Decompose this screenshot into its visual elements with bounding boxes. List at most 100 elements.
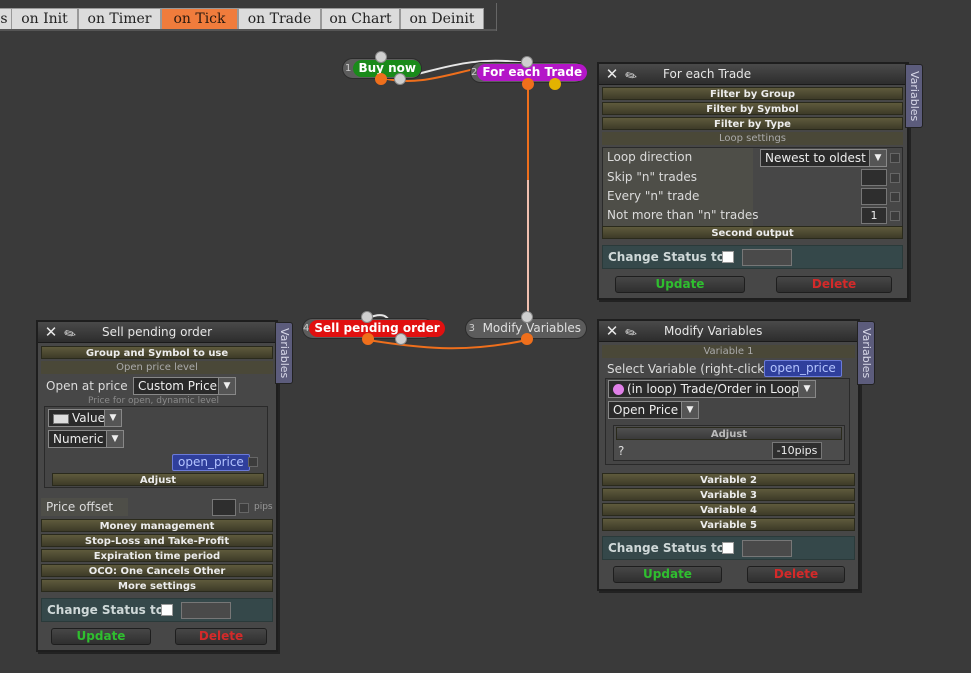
close-icon[interactable]: ✕ (604, 66, 620, 82)
variable-1-header: Variable 1 (602, 345, 855, 358)
section-filter-type[interactable]: Filter by Type (602, 117, 903, 130)
change-status-checkbox[interactable] (161, 604, 173, 616)
section-more-settings[interactable]: More settings (41, 579, 273, 592)
variable-chip[interactable]: open_price (172, 454, 250, 471)
update-button[interactable]: Update (613, 566, 722, 583)
every-n-label: Every "n" trade (607, 189, 700, 203)
price-hint: Price for open, dynamic level (88, 396, 219, 406)
change-status-row: Change Status to (41, 598, 273, 622)
section-filter-group[interactable]: Filter by Group (602, 87, 903, 100)
open-at-price-value: Custom Price (138, 379, 218, 393)
panel-title: Sell pending order (102, 325, 213, 339)
field-value: Open Price (613, 403, 679, 417)
section-expiration[interactable]: Expiration time period (41, 549, 273, 562)
panel-header[interactable]: ✕ ✎ Modify Variables (599, 319, 858, 344)
delete-button[interactable]: Delete (175, 628, 267, 645)
panel-header[interactable]: ✕ ✎ For each Trade (599, 62, 907, 87)
pin-icon[interactable]: ✎ (61, 320, 88, 345)
section-group-symbol[interactable]: Group and Symbol to use (41, 346, 273, 359)
second-output-connector[interactable] (549, 78, 561, 90)
section-second-output[interactable]: Second output (602, 226, 903, 239)
variables-tab[interactable]: Variables (275, 322, 293, 384)
skip-n-checkbox[interactable] (890, 173, 900, 183)
not-more-than-checkbox[interactable] (890, 211, 900, 221)
update-button[interactable]: Update (615, 276, 745, 293)
adjust-button[interactable]: Adjust (52, 473, 264, 486)
output-connector[interactable] (522, 78, 534, 90)
source-value: (in loop) Trade/Order in Loop (627, 382, 799, 396)
input-connector[interactable] (521, 311, 533, 323)
node-number: 3 (468, 323, 475, 334)
open-price-level-header: Open price level (41, 361, 273, 374)
panel-modify-variables: ✕ ✎ Modify Variables Variable 1 Select V… (597, 319, 860, 591)
node-label: Buy now (353, 60, 421, 77)
numeric-select[interactable]: Numeric ▼ (48, 430, 124, 448)
change-status-checkbox[interactable] (722, 251, 734, 263)
adjust-value-input[interactable]: -10pips (772, 442, 822, 459)
price-offset-label: Price offset (46, 500, 114, 514)
close-icon[interactable]: ✕ (43, 324, 59, 340)
delete-button[interactable]: Delete (747, 566, 845, 583)
every-n-input[interactable] (861, 188, 887, 205)
section-variable-2[interactable]: Variable 2 (602, 473, 855, 486)
panel-header[interactable]: ✕ ✎ Sell pending order (38, 320, 276, 345)
change-status-input[interactable] (181, 602, 231, 619)
value-icon (53, 413, 69, 424)
pin-icon[interactable]: ✎ (622, 62, 649, 87)
node-number: 1 (345, 63, 352, 74)
skip-n-label: Skip "n" trades (607, 170, 698, 184)
loop-direction-checkbox[interactable] (890, 153, 900, 163)
change-status-input[interactable] (742, 540, 792, 557)
update-button[interactable]: Update (51, 628, 151, 645)
chevron-down-icon: ▼ (869, 150, 886, 166)
change-status-input[interactable] (742, 249, 792, 266)
output-connector-2[interactable] (394, 73, 406, 85)
delete-button[interactable]: Delete (776, 276, 892, 293)
not-more-than-input[interactable]: 1 (861, 207, 887, 224)
section-variable-4[interactable]: Variable 4 (602, 503, 855, 516)
pin-icon[interactable]: ✎ (622, 319, 649, 344)
value-type-select[interactable]: Value ▼ (48, 409, 122, 427)
section-oco[interactable]: OCO: One Cancels Other (41, 564, 273, 577)
close-icon[interactable]: ✕ (604, 323, 620, 339)
output-connector[interactable] (375, 73, 387, 85)
input-connector[interactable] (521, 56, 533, 68)
output-connector[interactable] (362, 333, 374, 345)
loop-direction-value: Newest to oldest (765, 151, 866, 165)
chevron-down-icon: ▼ (218, 378, 235, 394)
not-more-than-label: Not more than "n" trades (607, 208, 759, 222)
section-money-management[interactable]: Money management (41, 519, 273, 532)
section-variable-5[interactable]: Variable 5 (602, 518, 855, 531)
change-status-label: Change Status to (608, 250, 725, 264)
panel-for-each-trade: ✕ ✎ For each Trade Filter by Group Filte… (597, 62, 909, 300)
variables-tab[interactable]: Variables (905, 64, 923, 128)
price-offset-checkbox[interactable] (239, 503, 249, 513)
input-connector[interactable] (361, 311, 373, 323)
input-connector[interactable] (375, 51, 387, 63)
price-offset-input[interactable] (212, 499, 236, 516)
loop-icon (613, 384, 624, 395)
change-status-row: Change Status to (602, 245, 903, 269)
change-status-row: Change Status to (602, 536, 855, 560)
panel-title: Modify Variables (664, 324, 763, 338)
change-status-label: Change Status to (608, 541, 725, 555)
change-status-checkbox[interactable] (722, 542, 734, 554)
output-connector-2[interactable] (395, 333, 407, 345)
section-filter-symbol[interactable]: Filter by Symbol (602, 102, 903, 115)
skip-n-input[interactable] (861, 169, 887, 186)
loop-direction-select[interactable]: Newest to oldest ▼ (760, 149, 887, 167)
source-select[interactable]: (in loop) Trade/Order in Loop ▼ (608, 380, 816, 398)
section-variable-3[interactable]: Variable 3 (602, 488, 855, 501)
open-at-price-select[interactable]: Custom Price ▼ (133, 377, 236, 395)
field-select[interactable]: Open Price ▼ (608, 401, 699, 419)
variable-checkbox[interactable] (248, 457, 258, 467)
value-type-label: Value (72, 411, 105, 425)
adjust-header[interactable]: Adjust (616, 427, 842, 440)
every-n-checkbox[interactable] (890, 192, 900, 202)
select-variable-label: Select Variable (right-click) (607, 362, 769, 376)
chevron-down-icon: ▼ (798, 381, 815, 397)
variables-tab[interactable]: Variables (857, 321, 875, 385)
section-sl-tp[interactable]: Stop-Loss and Take-Profit (41, 534, 273, 547)
output-connector[interactable] (521, 333, 533, 345)
select-variable-chip[interactable]: open_price (764, 360, 842, 377)
